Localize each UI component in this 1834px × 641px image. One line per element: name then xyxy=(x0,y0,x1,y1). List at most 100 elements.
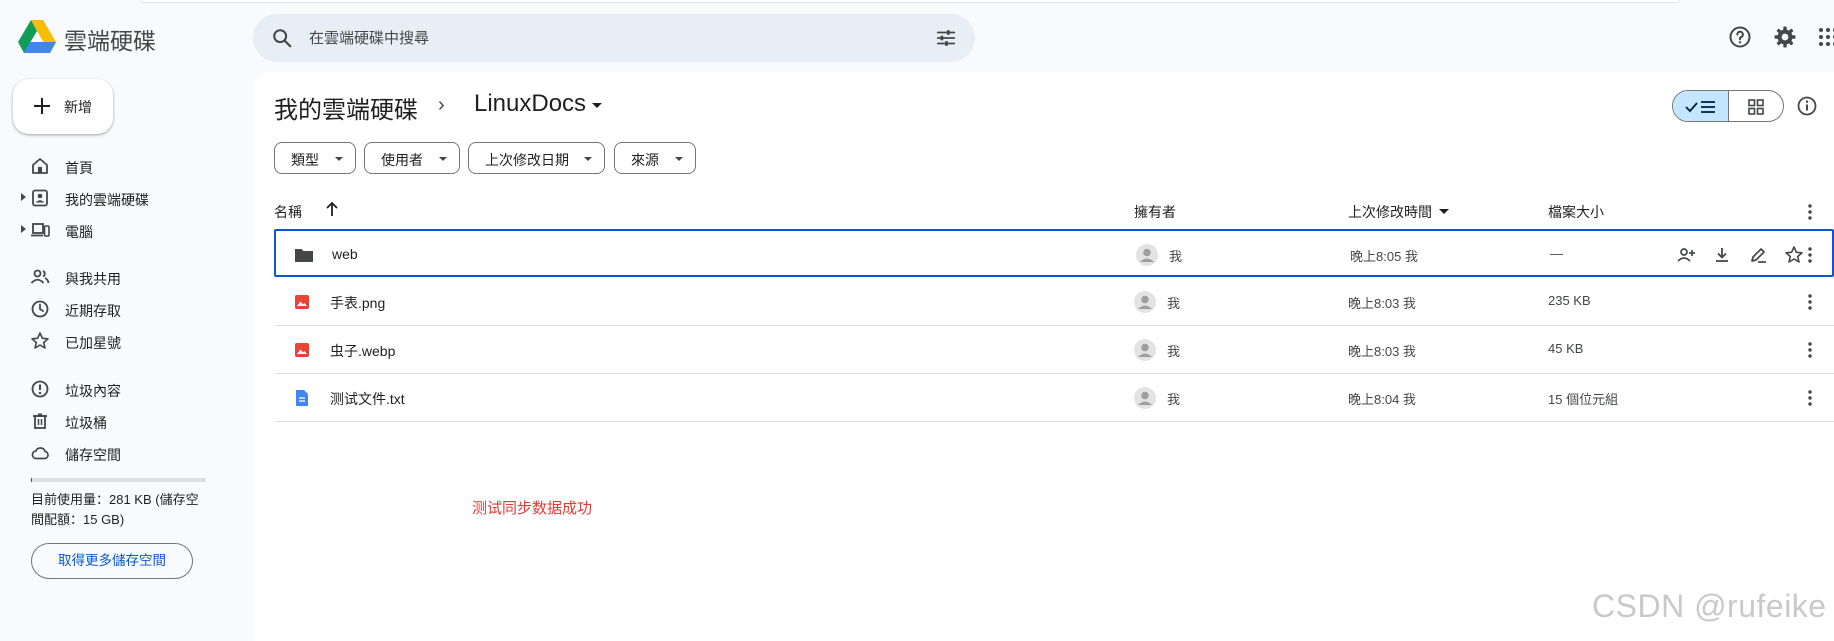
grid-icon xyxy=(1748,99,1764,115)
filter-chip-label: 類型 xyxy=(291,152,319,168)
file-size: — xyxy=(1550,246,1563,261)
grid-view-button[interactable] xyxy=(1729,91,1783,121)
my-drive-icon xyxy=(32,189,48,207)
get-more-storage-button[interactable]: 取得更多儲存空間 xyxy=(31,543,193,579)
info-icon[interactable] xyxy=(1796,95,1818,117)
sidebar-item-spam[interactable]: 垃圾內容 xyxy=(0,373,240,405)
storage-usage-bar xyxy=(31,478,206,482)
file-modified: 晚上8:03 我 xyxy=(1348,296,1416,311)
filter-chip-label: 上次修改日期 xyxy=(485,152,569,168)
more-actions-icon[interactable] xyxy=(1800,292,1820,312)
sync-success-annotation: 测试同步数据成功 xyxy=(472,500,593,517)
search-options-icon[interactable] xyxy=(935,27,957,49)
storage-usage-fill xyxy=(31,478,32,482)
sidebar-item-computers[interactable]: 電腦 xyxy=(0,214,240,246)
file-owner: 我 xyxy=(1169,249,1183,264)
sidebar-item-starred[interactable]: 已加星號 xyxy=(0,325,240,357)
file-modified: 晚上8:03 我 xyxy=(1348,344,1416,359)
sidebar-item-label: 與我共用 xyxy=(65,271,121,287)
sidebar-item-label: 垃圾內容 xyxy=(65,383,121,399)
filter-people-chip[interactable]: 使用者 xyxy=(364,142,460,174)
new-button[interactable]: 新增 xyxy=(13,79,113,134)
computer-icon xyxy=(31,223,50,237)
table-row[interactable]: web 我 晚上8:05 我 — xyxy=(274,229,1834,277)
filter-chip-label: 使用者 xyxy=(381,152,423,168)
expand-arrow-icon[interactable] xyxy=(21,225,26,233)
sidebar-item-label: 首頁 xyxy=(65,160,93,176)
search-icon[interactable] xyxy=(271,27,293,49)
filter-modified-chip[interactable]: 上次修改日期 xyxy=(468,142,605,174)
file-modified: 晚上8:04 我 xyxy=(1348,392,1416,407)
search-input[interactable] xyxy=(309,22,869,54)
drive-logo-icon[interactable] xyxy=(18,19,56,55)
file-name[interactable]: 手表.png xyxy=(330,293,385,313)
more-actions-icon[interactable] xyxy=(1800,388,1820,408)
check-list-icon xyxy=(1685,101,1715,113)
avatar-icon xyxy=(1134,387,1156,409)
table-row[interactable]: 测试文件.txt 我 晚上8:04 我 15 個位元組 xyxy=(274,374,1834,422)
sidebar-item-recent[interactable]: 近期存取 xyxy=(0,293,240,325)
file-owner: 我 xyxy=(1167,296,1181,311)
settings-gear-icon[interactable] xyxy=(1773,25,1797,49)
breadcrumb-separator: › xyxy=(438,94,445,116)
column-header-name[interactable]: 名稱 xyxy=(274,202,302,222)
share-add-person-icon[interactable] xyxy=(1676,245,1696,265)
file-size: 15 個位元組 xyxy=(1548,392,1619,407)
watermark: CSDN @rufeike xyxy=(1592,588,1827,624)
sidebar-item-storage[interactable]: 儲存空間 xyxy=(0,437,240,469)
avatar-icon xyxy=(1134,339,1156,361)
clock-icon xyxy=(31,300,49,318)
sidebar-item-label: 電腦 xyxy=(65,224,93,240)
sidebar-item-label: 近期存取 xyxy=(65,303,121,319)
sort-menu-caret-icon[interactable] xyxy=(1439,209,1449,214)
home-icon xyxy=(32,158,48,174)
breadcrumb-root[interactable]: 我的雲端硬碟 xyxy=(274,90,418,125)
file-owner: 我 xyxy=(1167,344,1181,359)
column-header-size: 檔案大小 xyxy=(1548,204,1604,220)
apps-grid-icon[interactable] xyxy=(1818,25,1834,49)
more-actions-icon[interactable] xyxy=(1800,245,1820,265)
view-toggle[interactable] xyxy=(1672,90,1784,122)
table-row[interactable]: 虫子.webp 我 晚上8:03 我 45 KB xyxy=(274,326,1834,374)
sidebar-item-home[interactable]: 首頁 xyxy=(0,150,240,182)
sidebar-item-my-drive[interactable]: 我的雲端硬碟 xyxy=(0,182,240,214)
trash-icon xyxy=(33,413,47,429)
cloud-icon xyxy=(31,447,49,460)
breadcrumb-current-folder[interactable]: LinuxDocs xyxy=(474,90,586,118)
file-owner: 我 xyxy=(1167,392,1181,407)
expand-arrow-icon[interactable] xyxy=(21,193,26,201)
sidebar-item-trash[interactable]: 垃圾桶 xyxy=(0,405,240,437)
more-actions-icon[interactable] xyxy=(1800,340,1820,360)
file-name[interactable]: 虫子.webp xyxy=(330,341,395,361)
folder-menu-caret-icon[interactable] xyxy=(592,103,602,108)
column-options-more-icon[interactable] xyxy=(1800,202,1820,222)
brand-title: 雲端硬碟 xyxy=(64,28,156,54)
download-icon[interactable] xyxy=(1712,245,1732,265)
column-header-owner: 擁有者 xyxy=(1134,204,1176,220)
list-view-button[interactable] xyxy=(1673,91,1729,121)
file-name[interactable]: 测试文件.txt xyxy=(330,389,405,409)
sidebar-item-label: 垃圾桶 xyxy=(65,415,107,431)
help-icon[interactable] xyxy=(1728,25,1752,49)
filter-type-chip[interactable]: 類型 xyxy=(274,142,356,174)
spam-alert-icon xyxy=(31,380,49,398)
file-modified: 晚上8:05 我 xyxy=(1350,249,1418,264)
folder-icon xyxy=(295,249,313,262)
text-document-icon xyxy=(296,390,308,406)
sidebar-item-shared-with-me[interactable]: 與我共用 xyxy=(0,261,240,293)
sort-ascending-arrow-icon[interactable] xyxy=(324,200,340,218)
rename-pencil-icon[interactable] xyxy=(1748,245,1768,265)
table-row[interactable]: 手表.png 我 晚上8:03 我 235 KB xyxy=(274,278,1834,326)
sidebar-item-label: 已加星號 xyxy=(65,335,121,351)
sidebar-item-label: 我的雲端硬碟 xyxy=(65,192,149,208)
column-header-modified[interactable]: 上次修改時間 xyxy=(1348,202,1432,222)
image-file-icon xyxy=(295,343,309,357)
chevron-down-icon xyxy=(439,157,447,161)
chevron-down-icon xyxy=(584,157,592,161)
file-name[interactable]: web xyxy=(332,246,358,262)
people-icon xyxy=(30,269,50,284)
filter-source-chip[interactable]: 來源 xyxy=(614,142,696,174)
chevron-down-icon xyxy=(335,157,343,161)
search-bar[interactable] xyxy=(253,14,975,62)
plus-icon xyxy=(34,98,50,114)
